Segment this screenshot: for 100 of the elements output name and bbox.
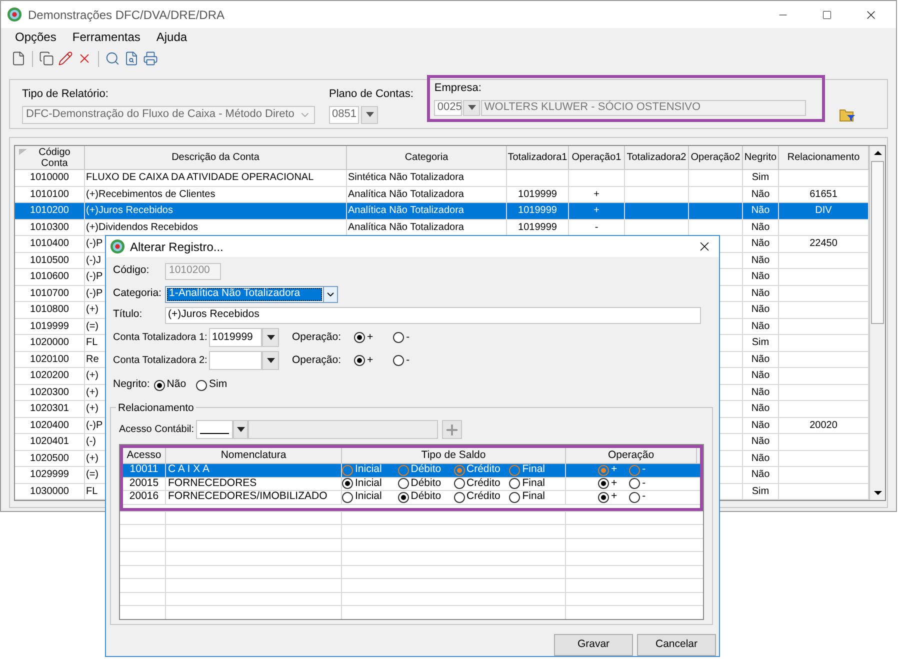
table-cell-text: FORNECEDORES/IMOBILIZADO bbox=[168, 489, 328, 504]
table-cell-text: FLUXO DE CAIXA DA ATIVIDADE OPERACIONAL bbox=[86, 171, 314, 186]
radio-button[interactable] bbox=[598, 478, 609, 490]
menu-item[interactable]: Opções bbox=[15, 28, 56, 46]
column-header[interactable]: Totalizadora1 bbox=[507, 146, 569, 169]
column-header[interactable]: Acesso bbox=[123, 448, 166, 463]
field-label: Operação: bbox=[292, 330, 342, 345]
radio-button[interactable] bbox=[629, 464, 640, 476]
company-code-field[interactable]: 0025 bbox=[434, 100, 462, 116]
table-cell-text: (-)J bbox=[86, 254, 101, 268]
radio-button[interactable] bbox=[509, 464, 520, 476]
report-type-dropdown[interactable]: DFC-Demonstração do Fluxo de Caixa - Método Direto bbox=[22, 106, 315, 124]
radio-button[interactable] bbox=[398, 478, 409, 490]
account-field[interactable]: 1019999 bbox=[209, 328, 262, 347]
table-cell-text: Analítica Não Totalizadora bbox=[348, 204, 464, 218]
radio-button[interactable] bbox=[354, 355, 365, 366]
folder-filter-icon[interactable] bbox=[839, 108, 856, 122]
column-header[interactable]: Totalizadora2 bbox=[625, 146, 689, 169]
table-cell-text: 1020301 bbox=[30, 402, 69, 416]
radio-button[interactable] bbox=[342, 492, 353, 503]
new-document-icon[interactable] bbox=[11, 51, 26, 66]
app-logo-icon bbox=[110, 239, 125, 254]
search-icon[interactable] bbox=[105, 51, 120, 66]
radio-button[interactable] bbox=[454, 464, 464, 476]
table-row[interactable]: 1010000 FLUXO DE CAIXA DA ATIVIDADE OPERACIONAL Sintética Não Totalizadora Sim bbox=[15, 170, 870, 186]
radio-button[interactable] bbox=[342, 478, 353, 490]
radio-button[interactable] bbox=[154, 380, 165, 390]
grid-row[interactable]: 20016 FORNECEDORES/IMOBILIZADO Inicial Débito Crédito Final + - bbox=[123, 491, 700, 504]
window-title: Demonstrações DFC/DVA/DRE/DRA bbox=[28, 6, 226, 24]
chart-of-accounts-field[interactable]: 0851 bbox=[329, 106, 359, 124]
radio-label: Inicial bbox=[355, 489, 382, 504]
table-cell-text: Não bbox=[751, 303, 770, 318]
category-dropdown[interactable]: 1-Analítica Não Totalizadora bbox=[165, 286, 338, 302]
dropdown-button[interactable] bbox=[233, 420, 248, 439]
table-cell-text: (+) bbox=[86, 386, 98, 400]
radio-button[interactable] bbox=[196, 380, 208, 390]
copy-icon[interactable] bbox=[39, 51, 54, 66]
field-label: Conta Totalizadora 2: bbox=[113, 354, 208, 366]
radio-button[interactable] bbox=[393, 332, 404, 343]
radio-button[interactable] bbox=[342, 464, 353, 476]
app-logo-icon bbox=[7, 7, 22, 22]
dialog-title: Alterar Registro... bbox=[130, 238, 224, 256]
title-field[interactable]: (+)Juros Recebidos bbox=[165, 306, 701, 324]
radio-button[interactable] bbox=[629, 478, 640, 490]
radio-button[interactable] bbox=[598, 464, 609, 476]
column-header[interactable]: Negrito bbox=[743, 146, 779, 169]
table-row[interactable]: 1010200 (+)Juros Recebidos Analítica Não Totalizadora 1019999 + Não DIV bbox=[15, 203, 870, 220]
pencil-icon[interactable] bbox=[58, 51, 73, 66]
radio-button[interactable] bbox=[393, 355, 404, 366]
radio-label: Sim bbox=[209, 377, 228, 392]
radio-label: + bbox=[611, 489, 618, 504]
dropdown-button[interactable] bbox=[463, 100, 480, 116]
table-cell-text: 1019999 bbox=[518, 220, 557, 235]
column-header[interactable]: Operação bbox=[566, 448, 697, 463]
column-header[interactable]: Descrição da Conta bbox=[85, 146, 347, 169]
menu-item[interactable]: Ajuda bbox=[156, 28, 188, 46]
maximize-icon[interactable] bbox=[822, 10, 832, 20]
column-header[interactable]: Operação1 bbox=[569, 146, 625, 169]
radio-button[interactable] bbox=[354, 332, 365, 343]
grid-row[interactable]: 10011 C A I X A Inicial Débito Crédito Final + - bbox=[123, 464, 700, 478]
radio-button[interactable] bbox=[629, 492, 640, 503]
dropdown-button[interactable] bbox=[262, 328, 279, 347]
dropdown-button[interactable] bbox=[361, 106, 378, 124]
column-header[interactable]: Operação2 bbox=[689, 146, 743, 169]
field-label: Operação: bbox=[292, 352, 342, 368]
radio-button[interactable] bbox=[509, 478, 520, 490]
column-header[interactable]: Código Conta bbox=[15, 146, 85, 169]
table-cell-text: (-)P bbox=[86, 286, 103, 301]
table-cell-text: (+) bbox=[86, 402, 98, 416]
table-cell-text: 1019999 bbox=[30, 320, 69, 334]
radio-label: Não bbox=[166, 377, 186, 392]
printer-icon[interactable] bbox=[143, 51, 158, 66]
menu-item[interactable]: Ferramentas bbox=[72, 28, 140, 46]
table-cell-text: 1029999 bbox=[30, 468, 69, 482]
table-cell-text: Não bbox=[751, 270, 770, 284]
table-cell-text: Não bbox=[751, 286, 770, 301]
table-cell-text: 1020500 bbox=[30, 452, 69, 466]
table-cell-text: + bbox=[594, 188, 600, 202]
table-cell-text: Sim bbox=[752, 171, 770, 186]
account-code-field[interactable] bbox=[196, 420, 233, 439]
column-header[interactable]: Tipo de Saldo bbox=[342, 448, 566, 463]
scrollbar[interactable] bbox=[869, 146, 885, 500]
radio-button[interactable] bbox=[398, 492, 409, 503]
dialog-button[interactable]: Cancelar bbox=[637, 634, 716, 656]
radio-button[interactable] bbox=[454, 478, 464, 490]
table-cell-text: (+) bbox=[86, 452, 98, 466]
dialog-button[interactable]: Gravar bbox=[554, 634, 633, 656]
grid-row[interactable]: 20015 FORNECEDORES Inicial Débito Crédito Final + - bbox=[123, 478, 700, 491]
document-search-icon[interactable] bbox=[124, 51, 139, 66]
radio-button[interactable] bbox=[598, 492, 609, 503]
dropdown-button[interactable] bbox=[262, 351, 279, 370]
radio-button[interactable] bbox=[454, 492, 464, 503]
account-field[interactable] bbox=[209, 351, 262, 370]
radio-label: Débito bbox=[410, 462, 442, 478]
radio-button[interactable] bbox=[509, 492, 520, 503]
radio-button[interactable] bbox=[398, 464, 409, 476]
radio-label: - bbox=[406, 352, 410, 368]
column-header[interactable]: Nomenclatura bbox=[166, 448, 342, 463]
table-cell-text: Analítica Não Totalizadora bbox=[348, 188, 464, 202]
column-header[interactable]: Categoria bbox=[347, 146, 507, 169]
